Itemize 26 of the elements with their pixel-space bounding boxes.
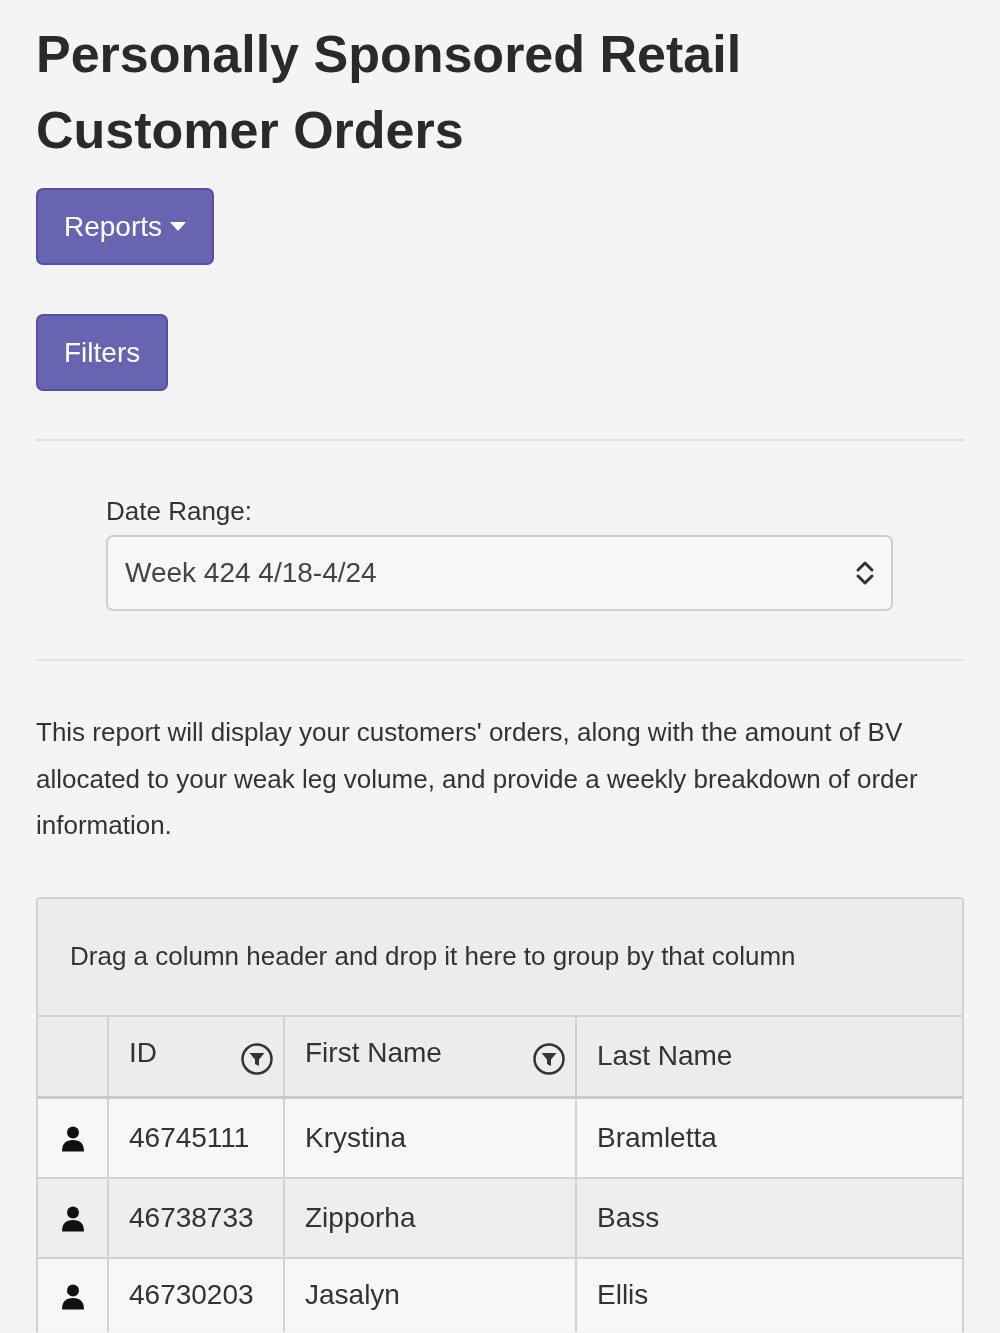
column-header[interactable]: Last Name (576, 1016, 962, 1098)
table-cell: Krystina (284, 1097, 576, 1178)
table-cell: Ellis (576, 1257, 962, 1332)
filter-icon[interactable] (533, 1043, 565, 1076)
person-icon (60, 1126, 85, 1153)
column-header[interactable]: First Name (284, 1016, 576, 1098)
group-drop-area[interactable]: Drag a column header and drop it here to group by that column (38, 898, 962, 1017)
table-cell: Bramletta (576, 1097, 962, 1178)
table-cell: Bass (576, 1177, 962, 1258)
date-range-select[interactable]: Week 424 4/18-4/24 (106, 535, 893, 611)
table-cell: 46738733 (108, 1177, 284, 1258)
person-icon (60, 1206, 85, 1233)
table-cell: 46745111 (108, 1097, 284, 1178)
person-icon (60, 1283, 85, 1310)
report-description: This report will display your customers' orders, along with the amount of BV allocated to your weak leg volume, and provide a weekly breakdown of order information. (36, 716, 919, 842)
filters-button[interactable]: Filters (36, 314, 169, 391)
table-cell: Zipporha (284, 1177, 576, 1258)
page-title: Personally Sponsored Retail Customer Orders (36, 24, 743, 161)
caret-down-icon (170, 222, 187, 231)
table-cell: Jasalyn (284, 1257, 576, 1332)
chevron-up-down-icon (855, 559, 875, 587)
filter-icon[interactable] (241, 1043, 273, 1076)
column-header[interactable]: ID (108, 1016, 284, 1098)
table-cell: 46730203 (108, 1257, 284, 1332)
reports-dropdown-button[interactable]: Reports (36, 188, 215, 265)
date-range-label: Date Range: (106, 495, 253, 528)
